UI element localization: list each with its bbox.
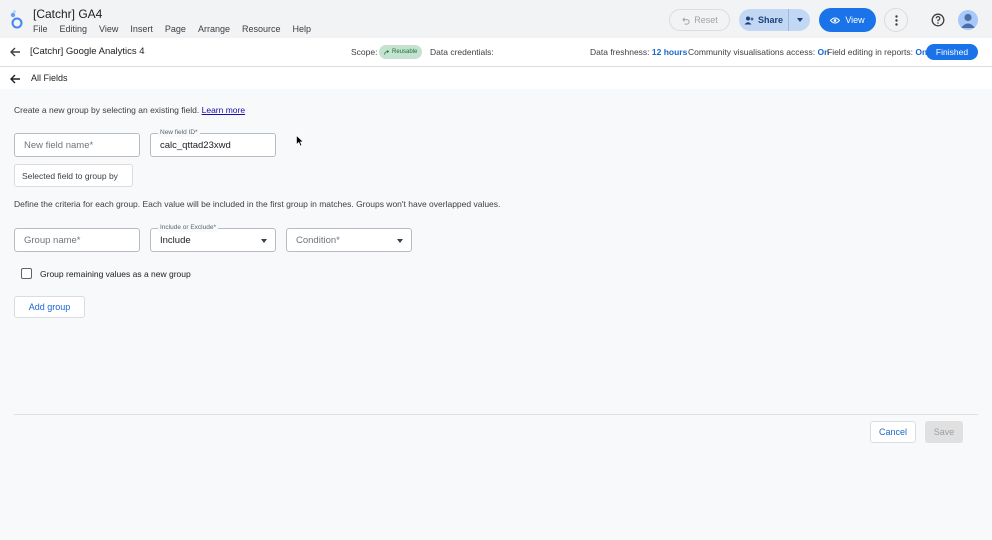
include-exclude-value: Include [160,234,191,246]
reset-label: Reset [694,15,718,25]
menu-resource[interactable]: Resource [242,24,281,34]
share-label: Share [757,15,783,25]
reusable-label: Reusable [392,49,418,55]
cancel-button[interactable]: Cancel [870,421,916,443]
add-group-button[interactable]: Add group [14,296,85,318]
eye-icon [830,17,841,23]
menu-help[interactable]: Help [293,24,312,34]
save-button[interactable]: Save [925,421,963,443]
view-label: View [845,15,865,25]
menu-arrange[interactable]: Arrange [198,24,230,34]
menu-insert[interactable]: Insert [130,24,153,34]
menu-page[interactable]: Page [165,24,186,34]
community-label: Community visualisations access: [688,47,816,57]
datasource-bar: [Catchr] Google Analytics 4 Scope: Reusa… [0,38,992,67]
field-id-value: calc_qttad23xwd [160,139,231,151]
more-options-button[interactable] [884,8,908,32]
condition-placeholder: Condition* [296,234,340,246]
app-bar: [Catchr] GA4 File Editing View Insert Pa… [0,0,992,38]
group-name-placeholder: Group name* [24,234,81,246]
menu-view[interactable]: View [99,24,118,34]
share-arrow-icon [384,49,390,55]
freshness-value[interactable]: 12 hours [652,47,687,57]
data-freshness[interactable]: Data freshness: 12 hours [590,47,687,57]
dropdown-arrow-icon [397,239,403,243]
field-id-input[interactable]: New field ID* calc_qttad23xwd [150,129,276,157]
back-arrow-icon[interactable] [9,73,21,85]
more-vert-icon [894,14,898,26]
account-icon [961,13,975,28]
field-id-label: New field ID* [158,129,200,137]
finished-button[interactable]: Finished [926,44,978,60]
credentials-label[interactable]: Data credentials: [430,47,494,57]
group-remaining-label[interactable]: Group remaining values as a new group [40,269,191,279]
criteria-text: Define the criteria for each group. Each… [14,199,501,209]
scope-label: Scope: [351,47,378,57]
menu-file[interactable]: File [33,24,48,34]
report-title[interactable]: [Catchr] GA4 [33,7,102,21]
looker-studio-logo-icon [10,10,23,29]
selected-field-dropdown[interactable]: Selected field to group by [14,164,133,187]
intro-text: Create a new group by selecting an exist… [14,105,245,115]
share-button[interactable]: Share [739,9,789,31]
field-editing-label: Field editing in reports: [827,47,913,57]
breadcrumb: All Fields [31,73,68,83]
community-access[interactable]: Community visualisations access: On [688,47,829,57]
help-button[interactable] [929,11,947,29]
share-button-group: Share [739,9,810,31]
datasource-title: [Catchr] Google Analytics 4 [30,46,145,57]
freshness-label: Data freshness: [590,47,650,57]
field-name-placeholder: New field name* [24,139,94,151]
help-icon [931,13,945,27]
divider [14,414,978,415]
group-field-panel: Create a new group by selecting an exist… [0,89,992,540]
mouse-cursor-icon [296,135,304,147]
field-editing[interactable]: Field editing in reports: On [827,47,927,57]
include-exclude-label: Include or Exclude* [158,224,219,232]
reusable-badge: Reusable [379,45,423,59]
reset-button[interactable]: Reset [669,9,730,31]
condition-select[interactable]: Condition* [286,228,412,252]
intro-label: Create a new group by selecting an exist… [14,105,200,115]
back-arrow-icon[interactable] [9,46,21,58]
share-dropdown-button[interactable] [789,18,810,22]
group-name-input[interactable]: Group name* [14,228,140,252]
field-name-input[interactable]: New field name* [14,133,140,157]
learn-more-link[interactable]: Learn more [202,105,245,115]
caret-down-icon [796,18,803,22]
account-avatar[interactable] [958,10,978,30]
undo-icon [682,16,690,25]
dropdown-arrow-icon [261,239,267,243]
include-exclude-select[interactable]: Include or Exclude* Include [150,224,276,252]
group-remaining-checkbox[interactable] [21,268,32,279]
view-button[interactable]: View [819,8,876,32]
menu-bar: File Editing View Insert Page Arrange Re… [33,24,323,34]
menu-editing[interactable]: Editing [60,24,88,34]
person-add-icon [744,16,754,24]
